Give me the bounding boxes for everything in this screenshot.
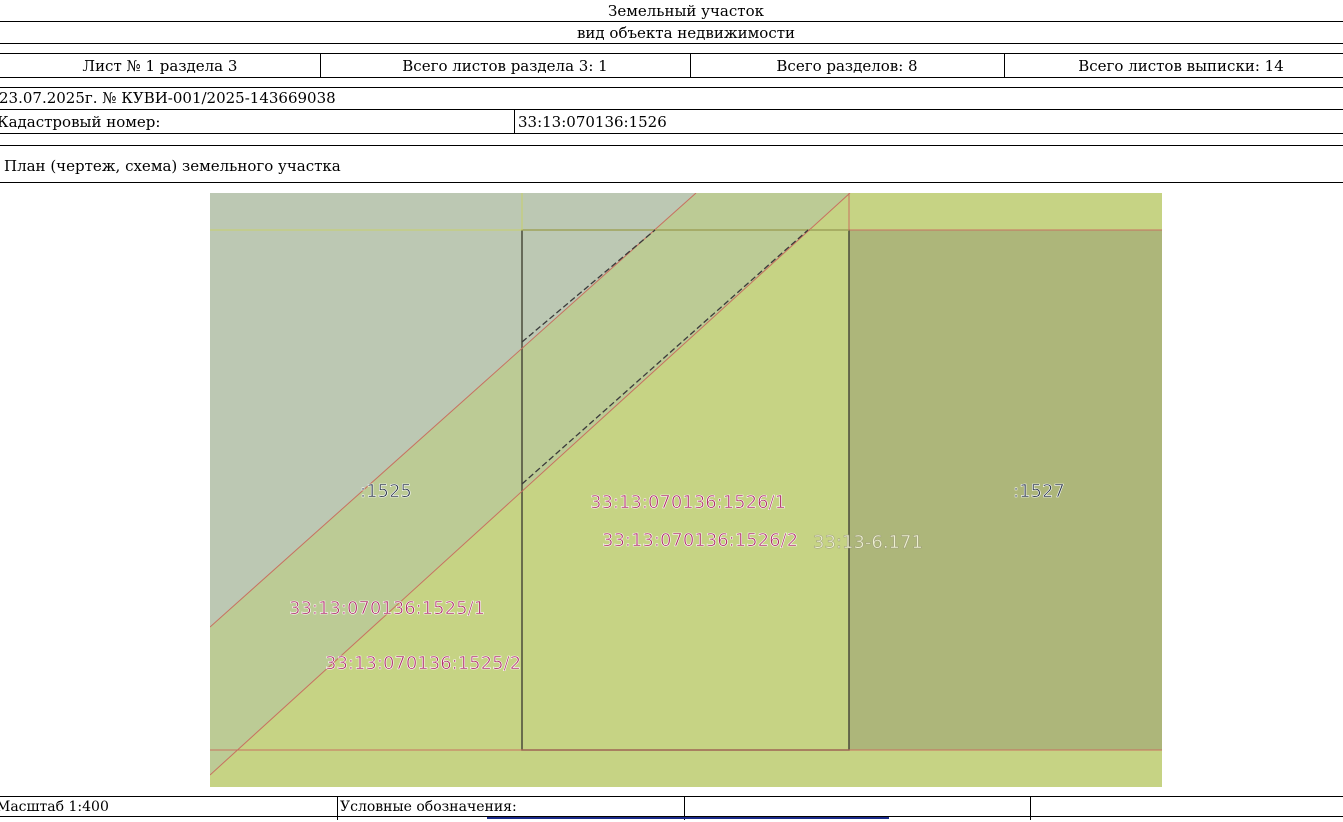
parcel-1527-area [849, 230, 1162, 750]
label-parcel-1525: :1525 [360, 481, 412, 502]
legend-label: Условные обозначения: [340, 799, 517, 815]
header-top-line [0, 21, 1343, 22]
label-part-1526-1: 33:13:070136:1526/1 [590, 492, 786, 513]
date-row-top-line [0, 87, 1343, 88]
date-row-bottom-line [0, 109, 1343, 110]
label-part-1525-2: 33:13:070136:1525/2 [325, 653, 521, 674]
header-mid-line [0, 43, 1343, 44]
info-row-bottom-line [0, 77, 1343, 78]
plan-title-bottom-line [0, 182, 1343, 183]
sheets-total: Всего листов выписки: 14 [1078, 57, 1284, 75]
plan-title-top-line [0, 145, 1343, 146]
plan-title: План (чертеж, схема) земельного участка [4, 157, 341, 175]
info-row-top-line [0, 53, 1343, 54]
label-part-1525-1: 33:13:070136:1525/1 [289, 598, 485, 619]
object-type-subtitle: вид объекта недвижимости [576, 24, 796, 42]
label-parcel-1527: :1527 [1013, 481, 1065, 502]
footer-top-line [0, 796, 1343, 797]
sheet-number: Лист № 1 раздела 3 [82, 57, 238, 75]
cadastral-number-value: 33:13:070136:1526 [518, 113, 667, 131]
sections-total: Всего разделов: 8 [776, 57, 918, 75]
label-zone: 33:13-6.171 [813, 532, 923, 553]
sheets-in-section: Всего листов раздела 3: 1 [402, 57, 608, 75]
cadastral-number-label: Кадастровый номер: [0, 113, 161, 131]
map-scale: Масштаб 1:400 [0, 799, 109, 815]
cadastral-divider [514, 109, 515, 133]
extract-date-number: 23.07.2025г. № КУВИ-001/2025-143669038 [0, 89, 336, 107]
label-part-1526-2: 33:13:070136:1526/2 [602, 530, 798, 551]
cadastral-row-bottom-line [0, 133, 1343, 134]
land-plot-plan-map: :1525 :1527 33:13:070136:1526/1 33:13:07… [210, 193, 1162, 787]
document-title: Земельный участок [608, 2, 764, 20]
